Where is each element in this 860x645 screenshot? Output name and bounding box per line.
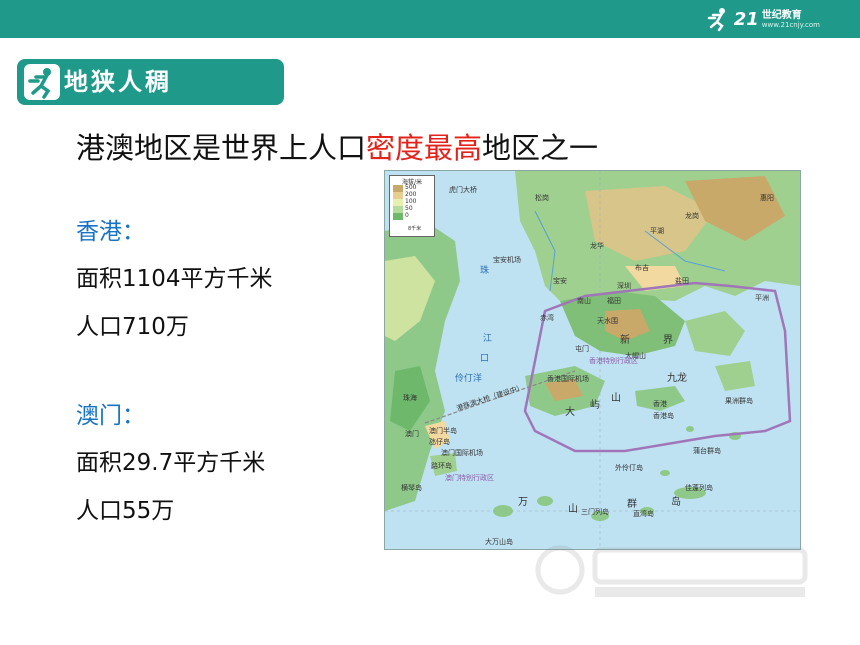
label-tunmen: 屯门 (575, 345, 589, 353)
label-guozhou: 果洲群岛 (725, 397, 753, 405)
legend-level-100: 100 (405, 198, 417, 205)
label-buji: 布吉 (635, 264, 649, 272)
label-baoan: 宝安 (553, 277, 567, 285)
label-luhuan: 路环岛 (431, 462, 452, 470)
label-taipa: 氹仔岛 (429, 438, 450, 446)
label-hengqin: 横琴岛 (401, 484, 422, 492)
label-songgang: 松岗 (535, 194, 549, 202)
label-baoan-airport: 宝安机场 (493, 256, 521, 264)
section-title: 地狭人稠 (64, 68, 172, 96)
legend-level-0: 0 (405, 212, 409, 219)
label-humen: 虎门大桥 (449, 186, 477, 194)
hongkong-population: 人口710万 (76, 314, 189, 340)
label-dawanshan: 大万山岛 (485, 538, 513, 546)
legend-level-500: 500 (405, 184, 417, 191)
label-sanmen: 三门列岛 (581, 508, 609, 516)
label-kou: 口 (480, 354, 490, 364)
label-pingzhou: 平洲 (755, 294, 769, 302)
label-longgang: 龙岗 (685, 212, 699, 220)
hongkong-macau-map: 海拔/米 500 200 100 50 0 8千米 虎门大桥 松岗 宝安机场 宝… (384, 170, 801, 550)
watermark-logo-icon (535, 545, 808, 597)
label-dayu-1: 大 (565, 407, 575, 418)
logo-number: 21 (733, 8, 759, 30)
label-hk-island: 香港岛 (653, 412, 674, 420)
label-shenzhen: 深圳 (617, 282, 631, 290)
label-jiazhou: 佳蓬列岛 (685, 484, 713, 492)
map-legend: 海拔/米 500 200 100 50 0 8千米 (389, 175, 435, 237)
label-macau-sar: 澳门特别行政区 (445, 474, 494, 482)
label-qun: 群 (627, 499, 637, 510)
label-dayu-3: 山 (611, 393, 621, 404)
label-chiwan: 赤湾 (540, 314, 554, 322)
label-dayu-2: 屿 (590, 400, 600, 411)
brand-logo: 21 世纪教育 www.21cnjy.com (705, 4, 820, 34)
label-putai: 蒲台群岛 (693, 447, 721, 455)
label-jiang: 江 (483, 334, 493, 344)
label-tianshuiwei: 天水围 (597, 317, 618, 325)
hongkong-area: 面积1104平方千米 (76, 266, 273, 292)
logo-name: 世纪教育 (761, 9, 802, 21)
runner-icon (24, 64, 60, 100)
section-heading: 地狭人稠 (17, 59, 284, 105)
label-yantian: 盐田 (675, 277, 689, 285)
label-futian: 福田 (607, 297, 621, 305)
label-hk-sar: 香港特别行政区 (589, 357, 638, 365)
macau-area: 面积29.7平方千米 (76, 450, 266, 476)
label-jiulong: 九龙 (667, 373, 687, 384)
label-huiyang: 惠阳 (760, 194, 774, 202)
label-xinjie-2: 界 (663, 335, 673, 346)
label-wan: 万 (518, 497, 528, 508)
hongkong-title: 香港： (76, 219, 145, 245)
legend-scale: 8千米 (408, 226, 422, 232)
label-macau-airport: 澳门国际机场 (441, 449, 483, 457)
label-zhiwan: 直湾岛 (633, 510, 654, 518)
macau-title: 澳门： (76, 403, 145, 429)
label-xinjie-1: 新 (620, 335, 630, 346)
label-xianggang: 香港 (653, 400, 667, 408)
headline-part1: 港澳地区是世界上人口 (76, 131, 367, 165)
legend-level-50: 50 (405, 205, 413, 212)
legend-level-200: 200 (405, 191, 417, 198)
top-bar: 21 世纪教育 www.21cnjy.com (0, 0, 860, 38)
headline-part2: 地区之一 (482, 131, 599, 165)
label-nanshan: 南山 (577, 297, 591, 305)
runner-logo-icon (707, 8, 725, 32)
label-aomen: 澳门 (405, 430, 419, 438)
headline: 港澳地区是世界上人口密度最高地区之一 (76, 128, 598, 168)
label-zhuhai: 珠海 (403, 394, 417, 402)
label-dao: 岛 (671, 497, 681, 508)
label-longhua: 龙华 (590, 242, 604, 250)
label-lingding: 伶仃洋 (455, 374, 483, 384)
macau-population: 人口55万 (76, 498, 175, 524)
headline-highlight: 密度最高 (366, 131, 483, 165)
logo-url: www.21cnjy.com (761, 20, 820, 29)
label-hk-airport: 香港国际机场 (547, 375, 589, 383)
label-zhu: 珠 (480, 266, 490, 276)
label-aomen-peninsula: 澳门半岛 (429, 427, 457, 435)
label-wailingding: 外伶仃岛 (615, 464, 643, 472)
label-shan: 山 (568, 504, 578, 515)
label-pinghu: 平湖 (650, 227, 664, 235)
